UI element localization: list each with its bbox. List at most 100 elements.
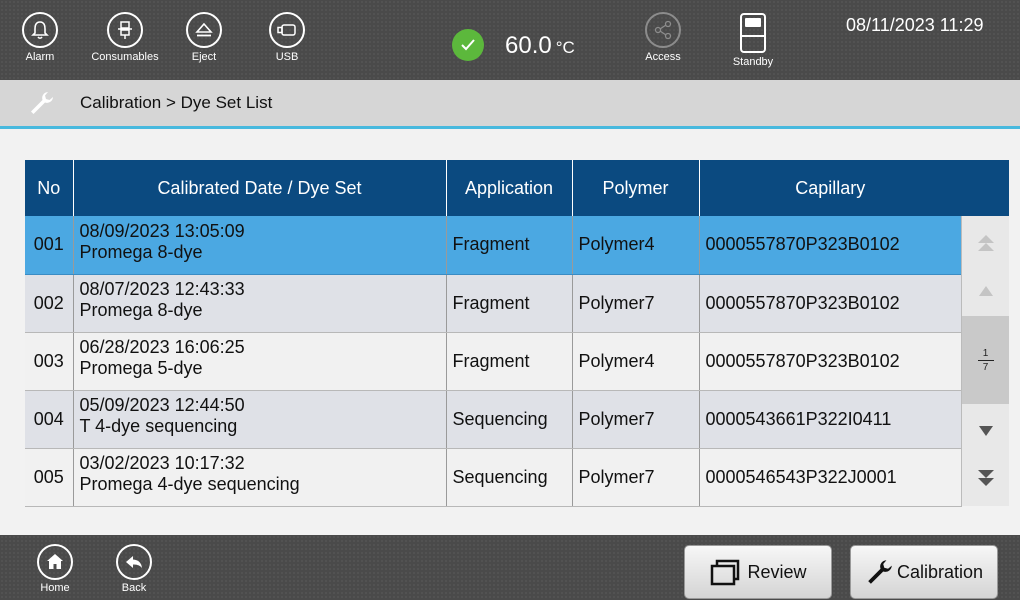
dye-set-name: Promega 5-dye (79, 358, 203, 378)
date-dye-set-cell: 08/09/2023 13:05:09 Promega 8-dye (73, 216, 447, 275)
review-windows-icon (711, 559, 740, 586)
scroll-down-button[interactable] (962, 411, 1009, 451)
date-dye-set-cell: 05/09/2023 12:44:50 T 4-dye sequencing (73, 390, 447, 449)
dye-set-name: T 4-dye sequencing (79, 416, 238, 436)
row-number: 003 (25, 332, 74, 391)
calibration-label: Calibration (896, 561, 984, 582)
date-dye-set-cell: 03/02/2023 10:17:32 Promega 4-dye sequenc… (73, 448, 447, 507)
table-scrollbar[interactable]: 1 7 (961, 216, 1009, 506)
table-header-row: No Calibrated Date / Dye Set Application… (25, 160, 961, 216)
application-cell: Sequencing (446, 390, 573, 449)
usb-label: USB (275, 51, 299, 63)
capillary-cell: 0000557870P323B0102 (699, 274, 962, 333)
polymer-cell: Polymer7 (572, 448, 700, 507)
standby-label: Standby (732, 56, 774, 68)
calibration-button[interactable]: Calibration (850, 545, 998, 599)
dye-set-table: No Calibrated Date / Dye Set Application… (25, 160, 962, 507)
double-up-arrow-icon (977, 235, 994, 251)
table-row[interactable]: 001 08/09/2023 13:05:09 Promega 8-dye Fra… (25, 216, 962, 275)
breadcrumb: Calibration > Dye Set List (0, 80, 1020, 126)
back-arrow-icon (126, 556, 142, 568)
back-button[interactable]: Back (104, 544, 164, 594)
eject-button[interactable]: Eject (169, 12, 239, 63)
calibrated-date: 05/09/2023 12:44:50 (79, 395, 245, 415)
scroll-up-button[interactable] (962, 271, 1009, 311)
dye-set-name: Promega 4-dye sequencing (79, 474, 300, 494)
calibrated-date: 06/28/2023 16:06:25 (79, 337, 245, 357)
bottom-bar: Home Back Review Calibration (0, 535, 1020, 600)
row-number: 005 (25, 448, 74, 507)
row-number: 004 (25, 390, 74, 449)
column-header-no[interactable]: No (25, 160, 74, 216)
consumables-button[interactable]: Consumables (90, 12, 160, 63)
capillary-cell: 0000543661P322I0411 (699, 390, 962, 449)
datetime-display: 08/11/2023 11:29 (846, 15, 984, 35)
column-header-polymer[interactable]: Polymer (572, 160, 700, 216)
access-label: Access (645, 51, 681, 63)
temperature-status-indicator (452, 29, 484, 61)
temperature-unit: °C (555, 38, 575, 57)
back-label: Back (121, 582, 147, 594)
row-number: 002 (25, 274, 74, 333)
header-divider (0, 126, 1020, 129)
column-header-date-dye-set[interactable]: Calibrated Date / Dye Set (73, 160, 447, 216)
column-header-application[interactable]: Application (446, 160, 573, 216)
consumables-icon (118, 21, 132, 39)
table-row[interactable]: 003 06/28/2023 16:06:25 Promega 5-dye Fra… (25, 332, 962, 391)
page-indicator: 1 7 (962, 316, 1009, 404)
breadcrumb-text: Calibration > Dye Set List (80, 93, 273, 112)
review-label: Review (747, 561, 807, 582)
eject-label: Eject (191, 51, 217, 63)
access-button[interactable]: Access (628, 12, 698, 63)
temperature-value: 60.0 (505, 32, 552, 59)
up-arrow-icon (978, 286, 993, 296)
home-label: Home (40, 582, 70, 594)
scroll-header-cell (961, 160, 1009, 216)
check-icon (461, 39, 475, 51)
polymer-cell: Polymer4 (572, 332, 700, 391)
eject-icon (195, 22, 213, 37)
home-button[interactable]: Home (25, 544, 85, 594)
calibrated-date: 08/07/2023 12:43:33 (79, 279, 245, 299)
date-dye-set-cell: 08/07/2023 12:43:33 Promega 8-dye (73, 274, 447, 333)
home-icon (47, 554, 63, 569)
dye-set-name: Promega 8-dye (79, 241, 203, 262)
calibrated-date: 03/02/2023 10:17:32 (79, 453, 245, 473)
table-row[interactable]: 005 03/02/2023 10:17:32 Promega 4-dye seq… (25, 448, 962, 507)
capillary-cell: 0000557870P323B0102 (699, 216, 962, 275)
bell-icon (31, 21, 49, 40)
polymer-cell: Polymer7 (572, 390, 700, 449)
calibrated-date: 08/09/2023 13:05:09 (79, 220, 245, 241)
column-header-capillary[interactable]: Capillary (699, 160, 961, 216)
total-pages: 7 (982, 361, 989, 373)
application-cell: Fragment (446, 274, 573, 333)
top-bar: Alarm Consumables Eject USB 60.0 °C Acce… (0, 0, 1020, 80)
temperature-readout: 60.0 °C (505, 32, 575, 60)
alarm-button[interactable]: Alarm (5, 12, 75, 63)
down-arrow-icon (978, 426, 993, 436)
share-icon (654, 20, 672, 40)
standby-icon (740, 13, 766, 53)
dye-set-table-container: No Calibrated Date / Dye Set Application… (25, 160, 1009, 507)
double-down-arrow-icon (977, 470, 994, 486)
capillary-cell: 0000557870P323B0102 (699, 332, 962, 391)
application-cell: Fragment (446, 216, 573, 275)
polymer-cell: Polymer7 (572, 274, 700, 333)
consumables-label: Consumables (91, 51, 159, 63)
application-cell: Fragment (446, 332, 573, 391)
scroll-top-button[interactable] (962, 224, 1009, 264)
polymer-cell: Polymer4 (572, 216, 700, 275)
standby-button[interactable]: Standby (718, 12, 788, 68)
usb-icon (277, 24, 296, 36)
capillary-cell: 0000546543P322J0001 (699, 448, 962, 507)
scroll-bottom-button[interactable] (962, 458, 1009, 498)
date-dye-set-cell: 06/28/2023 16:06:25 Promega 5-dye (73, 332, 447, 391)
table-row[interactable]: 002 08/07/2023 12:43:33 Promega 8-dye Fra… (25, 274, 962, 333)
row-number: 001 (25, 216, 74, 275)
usb-button[interactable]: USB (252, 12, 322, 63)
application-cell: Sequencing (446, 448, 573, 507)
current-page: 1 (982, 347, 989, 359)
review-button[interactable]: Review (684, 545, 832, 599)
table-row[interactable]: 004 05/09/2023 12:44:50 T 4-dye sequencin… (25, 390, 962, 449)
alarm-label: Alarm (25, 51, 55, 63)
